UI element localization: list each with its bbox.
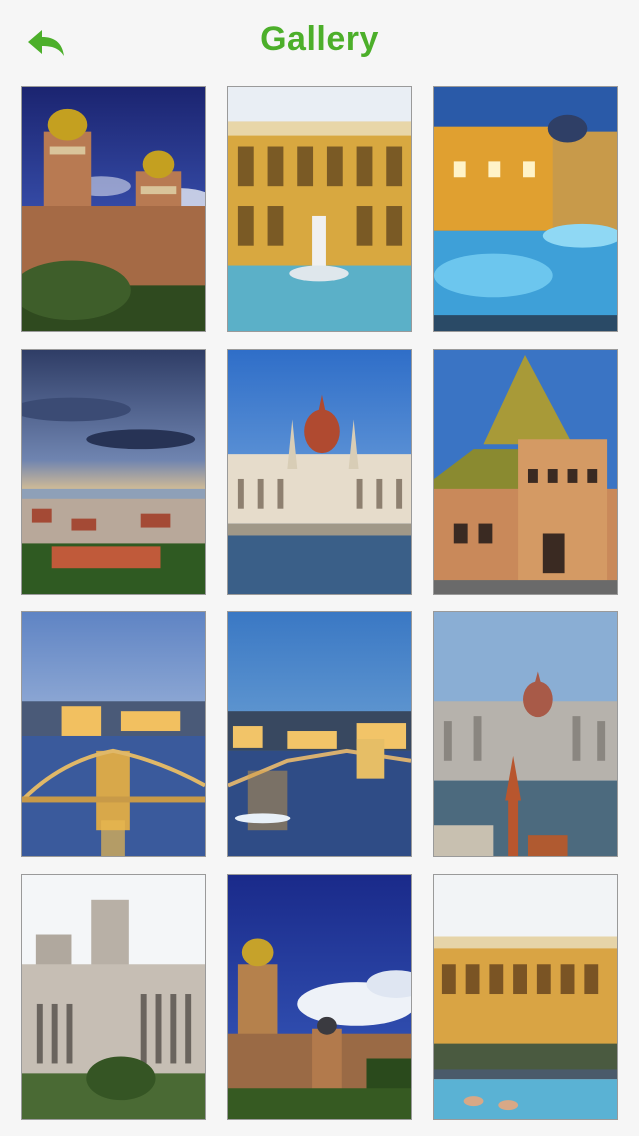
gallery-photo[interactable] — [21, 611, 206, 857]
parliament-photo — [228, 350, 411, 594]
chain-bridge-night-photo — [228, 612, 411, 856]
gallery-photo[interactable] — [433, 874, 618, 1120]
gallery-photo[interactable] — [227, 349, 412, 595]
chain-bridge-dusk-photo — [22, 612, 205, 856]
thermal-bath-photo — [228, 87, 411, 331]
parliament-hill-photo — [434, 612, 617, 856]
bath-courtyard-photo — [434, 875, 617, 1119]
gallery-photo[interactable] — [21, 874, 206, 1120]
gallery-photo[interactable] — [21, 349, 206, 595]
photo-grid — [0, 0, 639, 1136]
synagogue-tower-photo — [228, 875, 411, 1119]
gallery-photo[interactable] — [227, 874, 412, 1120]
bath-pools-photo — [434, 87, 617, 331]
city-panorama-photo — [22, 350, 205, 594]
gallery-photo[interactable] — [433, 86, 618, 332]
gallery-photo[interactable] — [433, 349, 618, 595]
gallery-photo[interactable] — [227, 611, 412, 857]
market-hall-photo — [434, 350, 617, 594]
gallery-photo[interactable] — [227, 86, 412, 332]
gallery-photo[interactable] — [433, 611, 618, 857]
synagogue-photo — [22, 87, 205, 331]
classical-building-photo — [22, 875, 205, 1119]
gallery-photo[interactable] — [21, 86, 206, 332]
